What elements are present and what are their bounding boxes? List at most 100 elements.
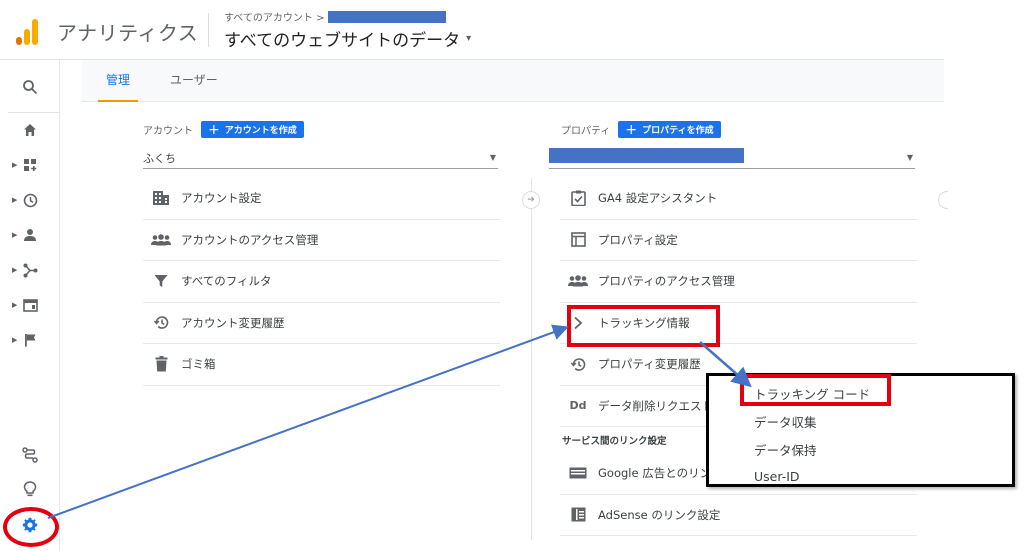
create-property-button[interactable]: + プロパティを作成 — [618, 121, 721, 138]
expand-arrow-icon: ▶ — [12, 336, 18, 344]
clock-icon — [21, 191, 39, 209]
nav-realtime[interactable]: ▶ — [0, 185, 60, 215]
menu-label: AdSense のリンク設定 — [598, 507, 721, 522]
nav-customization[interactable]: ▶ — [0, 150, 60, 180]
property-selector[interactable]: ▼ — [549, 147, 915, 169]
property-column-header: プロパティ + プロパティを作成 — [561, 121, 721, 138]
submenu-data-retention[interactable]: データ保持 — [754, 440, 817, 459]
admin-tabs: 管理 ユーザー — [82, 60, 944, 102]
tracking-code-highlight — [740, 374, 891, 406]
menu-label: アカウント変更履歴 — [181, 315, 285, 330]
nav-acquisition[interactable]: ▶ — [0, 255, 60, 285]
breadcrumb-text: すべてのアカウント > — [224, 13, 325, 24]
menu-adsense-link[interactable]: AdSense のリンク設定 — [560, 495, 917, 536]
menu-label: GA4 設定アシスタント — [598, 191, 718, 206]
nav-home[interactable] — [0, 115, 60, 145]
menu-label: プロパティのアクセス管理 — [598, 274, 735, 289]
admin-gear-highlight — [3, 507, 59, 547]
people-icon — [151, 230, 171, 250]
create-account-button[interactable]: + アカウントを作成 — [201, 121, 304, 138]
nav-audience[interactable]: ▶ — [0, 220, 60, 250]
history-icon — [568, 354, 588, 374]
create-account-label: アカウントを作成 — [224, 126, 297, 136]
menu-account-access[interactable]: アカウントのアクセス管理 — [143, 220, 500, 261]
view-selector[interactable]: すべてのウェブサイトのデータ ▾ — [224, 26, 471, 51]
menu-ga4-setup-assistant[interactable]: GA4 設定アシスタント — [560, 178, 917, 220]
menu-property-access[interactable]: プロパティのアクセス管理 — [560, 261, 917, 303]
menu-account-settings[interactable]: アカウント設定 — [143, 178, 500, 220]
nav-behavior[interactable]: ▶ — [0, 290, 60, 320]
nav-discover[interactable] — [0, 474, 60, 504]
view-caret-icon: ▾ — [466, 33, 472, 44]
lightbulb-icon — [21, 480, 39, 498]
filter-icon — [151, 271, 171, 291]
menu-label: アカウント設定 — [181, 191, 262, 206]
expand-arrow-icon: ▶ — [12, 196, 18, 204]
property-heading: プロパティ — [561, 126, 611, 137]
menu-label: すべてのフィルタ — [181, 274, 272, 289]
acquisition-icon — [21, 261, 39, 279]
analytics-logo-icon[interactable] — [16, 19, 38, 45]
people-icon — [568, 271, 588, 291]
account-selector[interactable]: ふくち ▼ — [143, 147, 498, 169]
plus-icon: + — [208, 121, 220, 138]
home-icon — [21, 121, 39, 139]
ads-icon — [568, 463, 588, 483]
menu-label: プロパティ変更履歴 — [598, 357, 701, 372]
redacted-property-name — [549, 148, 744, 163]
clipboard-check-icon — [568, 188, 588, 208]
account-menu: アカウント設定 アカウントのアクセス管理 すべてのフィルタ アカウント変更履歴 … — [143, 178, 500, 386]
account-column-header: アカウント + アカウントを作成 — [143, 121, 304, 138]
route-icon — [21, 446, 39, 464]
flag-icon — [21, 331, 39, 349]
account-selected: ふくち — [143, 151, 176, 165]
move-property-icon[interactable]: ➔ — [522, 191, 540, 209]
behavior-window-icon — [21, 296, 39, 314]
dd-icon: Dd — [569, 399, 587, 413]
submenu-data-collection[interactable]: データ収集 — [754, 412, 817, 431]
person-icon — [21, 226, 39, 244]
expand-arrow-icon: ▶ — [12, 161, 18, 169]
dropdown-arrow-icon: ▼ — [906, 153, 913, 162]
dropdown-arrow-icon: ▼ — [489, 153, 496, 162]
nav-search[interactable] — [0, 72, 60, 102]
tab-users[interactable]: ユーザー — [162, 60, 226, 102]
nav-attribution[interactable] — [0, 440, 60, 470]
menu-label: ゴミ箱 — [181, 357, 216, 372]
view-title: すべてのウェブサイトのデータ — [224, 31, 461, 51]
adsense-icon — [568, 505, 588, 525]
tracking-info-highlight — [567, 305, 720, 347]
layout-icon — [568, 230, 588, 250]
nav-separator — [8, 112, 60, 113]
history-icon — [151, 313, 171, 333]
app-header: アナリティクス すべてのアカウント > すべてのウェブサイトのデータ ▾ — [0, 0, 944, 60]
dashboard-icon — [21, 156, 39, 174]
trash-icon — [151, 354, 171, 374]
create-property-label: プロパティを作成 — [642, 126, 714, 136]
column-divider — [531, 178, 532, 540]
submenu-user-id[interactable]: User-ID — [754, 469, 800, 484]
tab-admin[interactable]: 管理 — [98, 60, 139, 102]
breadcrumb[interactable]: すべてのアカウント > — [224, 9, 447, 24]
menu-all-filters[interactable]: すべてのフィルタ — [143, 261, 500, 303]
left-nav: ▶ ▶ ▶ ▶ ▶ ▶ — [0, 60, 60, 551]
search-icon — [21, 78, 39, 96]
menu-account-history[interactable]: アカウント変更履歴 — [143, 303, 500, 344]
expand-arrow-icon: ▶ — [12, 231, 18, 239]
menu-label: Google 広告とのリンク — [598, 466, 723, 481]
header-divider — [208, 13, 209, 47]
expand-arrow-icon: ▶ — [12, 301, 18, 309]
expand-arrow-icon: ▶ — [12, 266, 18, 274]
menu-label: データ削除リクエスト — [598, 398, 713, 413]
building-icon — [151, 188, 171, 208]
menu-label: プロパティ設定 — [598, 232, 678, 247]
menu-property-settings[interactable]: プロパティ設定 — [560, 220, 917, 261]
menu-trash[interactable]: ゴミ箱 — [143, 344, 500, 386]
menu-label: アカウントのアクセス管理 — [181, 232, 319, 247]
edge-handle — [938, 191, 948, 209]
redacted-account-name — [328, 10, 447, 23]
nav-conversions[interactable]: ▶ — [0, 325, 60, 355]
account-heading: アカウント — [143, 126, 193, 137]
plus-icon: + — [625, 121, 638, 138]
app-title: アナリティクス — [57, 21, 199, 45]
